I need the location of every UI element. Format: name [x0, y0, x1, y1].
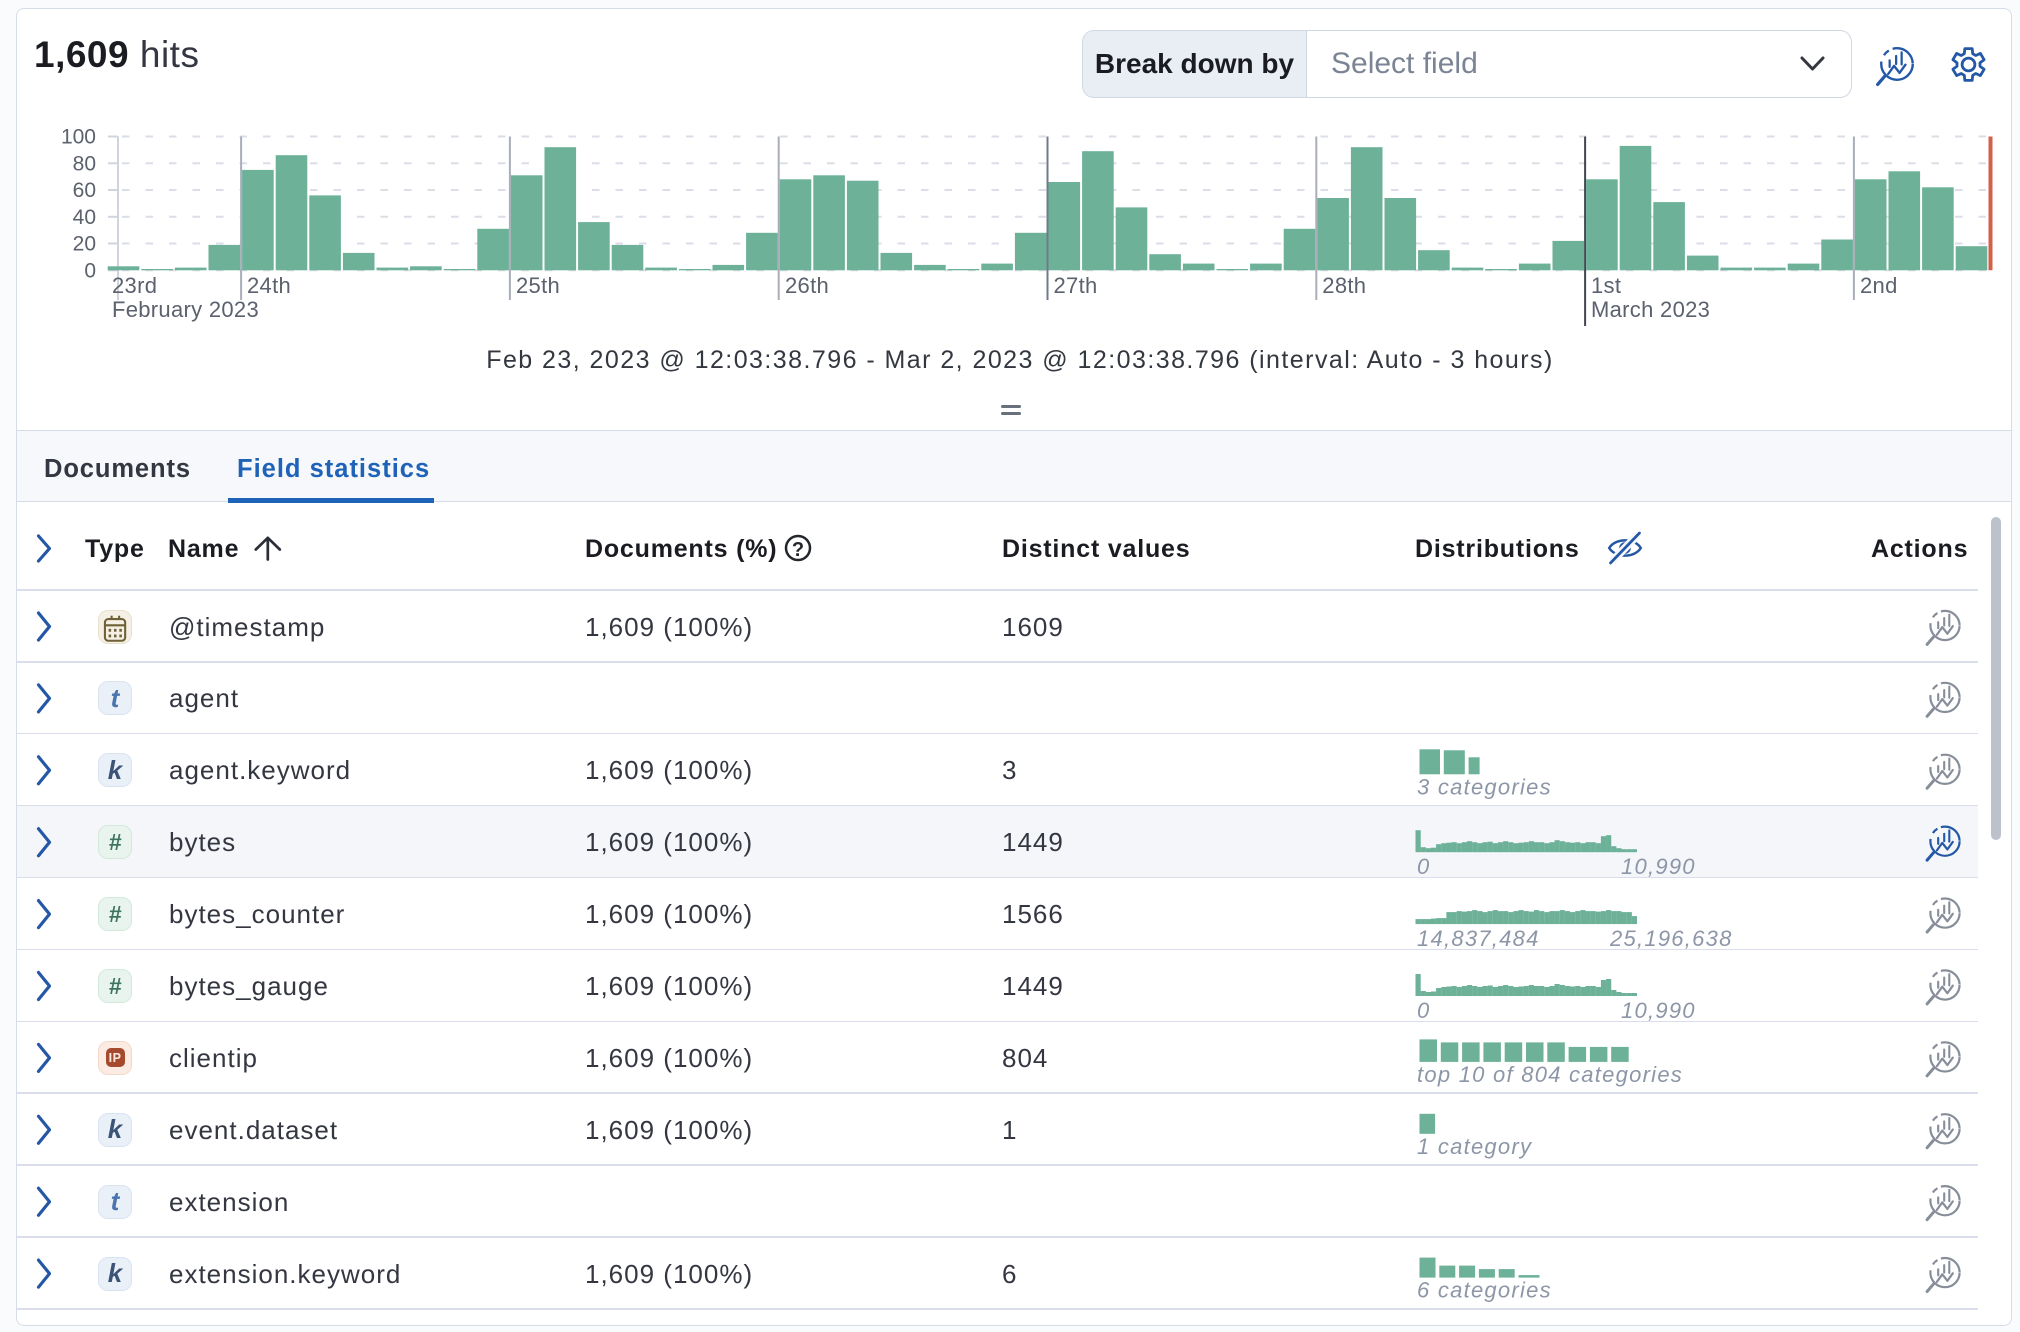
- svg-text:20: 20: [73, 233, 96, 256]
- svg-text:60: 60: [73, 179, 96, 202]
- svg-text:27th: 27th: [1054, 273, 1098, 298]
- svg-text:25th: 25th: [516, 273, 560, 298]
- svg-text:February 2023: February 2023: [112, 297, 259, 322]
- svg-text:40: 40: [73, 206, 96, 229]
- svg-text:10,990: 10,990: [1621, 998, 1696, 1023]
- svg-text:14,837,484: 14,837,484: [1417, 926, 1540, 951]
- svg-text:25,196,638: 25,196,638: [1609, 926, 1733, 951]
- svg-text:0: 0: [1417, 998, 1431, 1023]
- svg-text:0: 0: [1417, 854, 1431, 879]
- svg-text:10,990: 10,990: [1621, 854, 1696, 879]
- svg-text:28th: 28th: [1322, 273, 1366, 298]
- svg-text:26th: 26th: [785, 273, 829, 298]
- svg-text:1 category: 1 category: [1417, 1134, 1533, 1159]
- svg-text:0: 0: [84, 259, 96, 282]
- svg-text:24th: 24th: [247, 273, 291, 298]
- svg-text:1st: 1st: [1591, 273, 1621, 298]
- svg-text:23rd: 23rd: [112, 273, 157, 298]
- svg-text:?: ?: [792, 539, 804, 561]
- svg-text:80: 80: [73, 152, 96, 175]
- svg-text:3 categories: 3 categories: [1417, 774, 1552, 799]
- svg-text:2nd: 2nd: [1860, 273, 1898, 298]
- svg-text:100: 100: [61, 126, 96, 149]
- svg-text:March 2023: March 2023: [1591, 297, 1710, 322]
- svg-text:6 categories: 6 categories: [1417, 1278, 1552, 1303]
- svg-text:top 10 of 804 categories: top 10 of 804 categories: [1417, 1062, 1683, 1087]
